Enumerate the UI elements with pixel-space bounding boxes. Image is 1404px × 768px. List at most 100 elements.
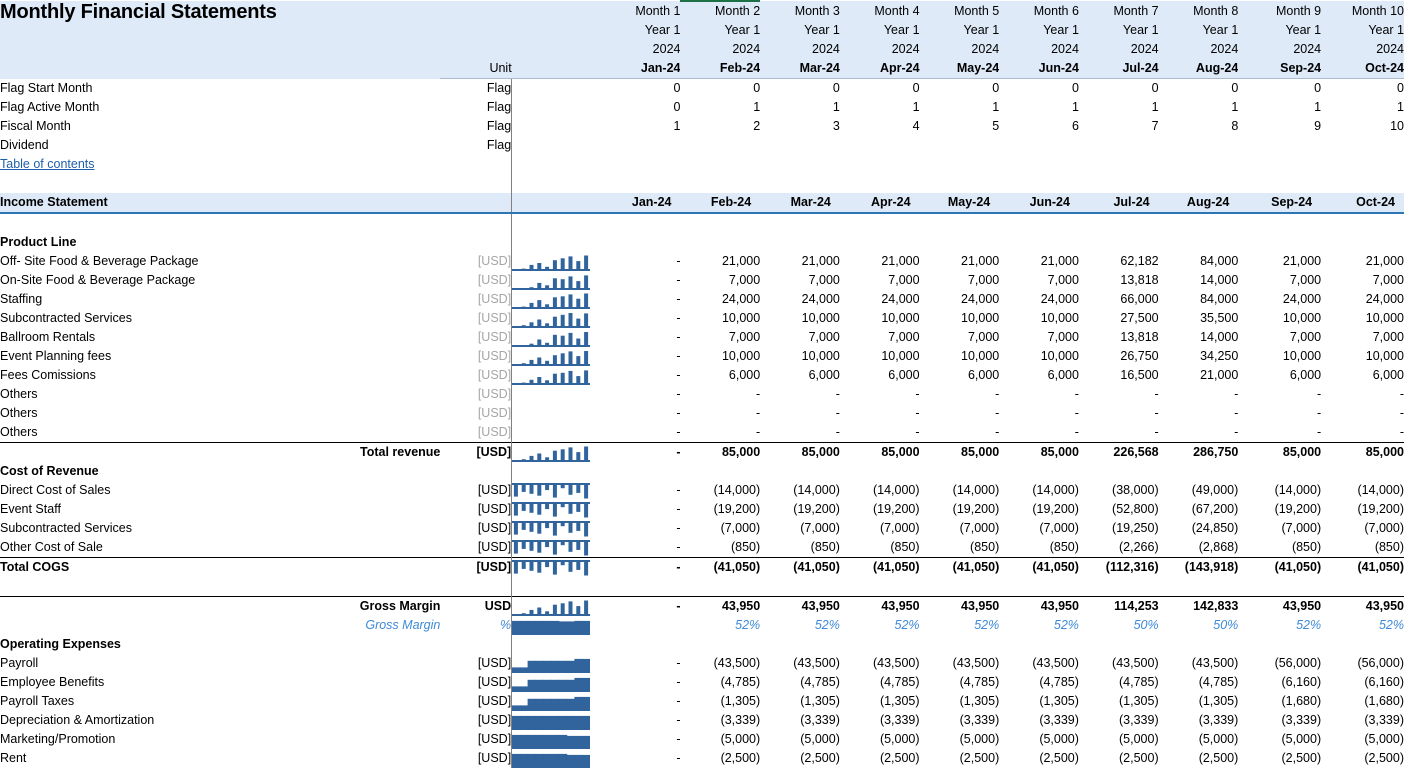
cost-of-revenue-value-1-7: (38,000) [1079,481,1159,500]
operating-expenses-value-2-2: (4,785) [680,673,760,692]
total-cogs-label: Total COGS [0,558,440,578]
product-line-row: Fees Comissions[USD]-6,0006,0006,0006,00… [0,366,1404,385]
operating-expenses-value-4-6: (3,339) [999,711,1079,730]
operating-expenses-value-5-3: (5,000) [760,730,840,749]
product-line-value-6-8: 34,250 [1159,347,1239,366]
total-cogs-value-5: (41,050) [920,558,1000,578]
cost-of-revenue-heading-c6 [999,462,1079,481]
product-line-heading-row: Product Line [0,233,1404,252]
flag-value-3-4: 4 [840,117,920,136]
product-line-row: Event Planning fees[USD]-10,00010,00010,… [0,347,1404,366]
product-line-value-6-9: 10,000 [1238,347,1321,366]
header-month-index-10: Month 10 [1321,1,1404,21]
total-cogs-row: Total COGS[USD]-(41,050)(41,050)(41,050)… [0,558,1404,578]
cost-of-revenue-label-3: Subcontracted Services [0,519,440,538]
product-line-value-9-8: - [1159,404,1239,423]
income-statement-period-2: Feb-24 [680,193,760,213]
cost-of-revenue-sparkline-1 [512,481,601,500]
operating-expenses-value-6-8: (2,500) [1159,749,1239,768]
header-spacer-spark [512,40,601,59]
cost-of-revenue-value-3-2: (7,000) [680,519,760,538]
product-line-value-8-4: - [840,385,920,404]
cost-of-revenue-value-3-3: (7,000) [760,519,840,538]
cost-of-revenue-value-3-5: (7,000) [920,519,1000,538]
operating-expenses-unit-4: [USD] [440,711,511,730]
header-period-9: Sep-24 [1238,59,1321,79]
product-line-value-1-1: - [601,252,681,271]
operating-expenses-heading-row: Operating Expenses [0,635,1404,654]
operating-expenses-value-5-4: (5,000) [840,730,920,749]
total-cogs-value-8: (143,918) [1159,558,1239,578]
header-spacer-spark [512,1,601,21]
product-line-value-10-6: - [999,423,1079,443]
product-line-value-10-9: - [1238,423,1321,443]
header-year-index-1: Year 1 [601,21,681,40]
table-of-contents-link[interactable]: Table of contents [0,157,95,171]
spacer-after-is-bar-c9 [1238,213,1321,233]
operating-expenses-label-1: Payroll [0,654,440,673]
product-line-value-1-2: 21,000 [680,252,760,271]
product-line-value-10-2: - [680,423,760,443]
product-line-value-8-5: - [920,385,1000,404]
product-line-value-4-8: 35,500 [1159,309,1239,328]
cost-of-revenue-heading-c2 [680,462,760,481]
product-line-value-8-9: - [1238,385,1321,404]
operating-expenses-unit-1: [USD] [440,654,511,673]
product-line-sparkline-3 [512,290,601,309]
operating-expenses-sparkline-2 [512,673,601,692]
flag-unit-2: Flag [440,98,511,117]
gross-margin-pct-value-5: 52% [920,616,1000,635]
gross-margin-row: Gross MarginUSD-43,95043,95043,95043,950… [0,597,1404,617]
income-statement-period-1: Jan-24 [601,193,681,213]
flag-value-3-3: 3 [760,117,840,136]
product-line-value-6-7: 26,750 [1079,347,1159,366]
spacer-before-gross-margin-spark [512,577,601,597]
cost-of-revenue-unit-4: [USD] [440,538,511,558]
income-statement-period-6: Jun-24 [999,193,1079,213]
product-line-unit-9: [USD] [440,404,511,423]
product-line-value-1-3: 21,000 [760,252,840,271]
cost-of-revenue-sparkline-3 [512,519,601,538]
product-line-value-5-2: 7,000 [680,328,760,347]
cost-of-revenue-value-4-6: (850) [999,538,1079,558]
flag-spark-2 [512,98,601,117]
cost-of-revenue-value-3-8: (24,850) [1159,519,1239,538]
toc-blank-9 [1238,155,1321,174]
product-line-row: Off- Site Food & Beverage Package[USD]-2… [0,252,1404,271]
cost-of-revenue-value-2-8: (67,200) [1159,500,1239,519]
income-statement-period-8: Aug-24 [1159,193,1239,213]
header-spacer-spark [512,21,601,40]
flag-row-4: DividendFlag [0,136,1404,155]
gross-margin-value-3: 43,950 [760,597,840,617]
flag-row-3: Fiscal MonthFlag12345678910 [0,117,1404,136]
product-line-value-10-7: - [1079,423,1159,443]
product-line-sparkline-4 [512,309,601,328]
operating-expenses-unit-2: [USD] [440,673,511,692]
flag-value-2-2: 1 [680,98,760,117]
product-line-row: Staffing[USD]-24,00024,00024,00024,00024… [0,290,1404,309]
toc-blank-2 [680,155,760,174]
flag-value-3-10: 10 [1321,117,1404,136]
operating-expenses-value-3-5: (1,305) [920,692,1000,711]
product-line-value-9-7: - [1079,404,1159,423]
operating-expenses-row: Payroll Taxes[USD]-(1,305)(1,305)(1,305)… [0,692,1404,711]
spacer-after-toc-c6 [999,174,1079,193]
product-line-unit-6: [USD] [440,347,511,366]
product-line-value-5-6: 7,000 [999,328,1079,347]
toc-blank-1 [601,155,681,174]
cost-of-revenue-value-1-3: (14,000) [760,481,840,500]
product-line-value-2-3: 7,000 [760,271,840,290]
product-line-value-5-9: 7,000 [1238,328,1321,347]
flag-label-3: Fiscal Month [0,117,440,136]
product-line-label-9: Others [0,404,440,423]
operating-expenses-value-1-9: (56,000) [1238,654,1321,673]
product-line-value-2-1: - [601,271,681,290]
operating-expenses-value-2-8: (4,785) [1159,673,1239,692]
income-statement-period-9: Sep-24 [1238,193,1321,213]
product-line-heading-c8 [1159,233,1239,252]
income-statement-period-7: Jul-24 [1079,193,1159,213]
cost-of-revenue-value-2-3: (19,200) [760,500,840,519]
spacer-after-is-bar-cell [0,213,440,233]
cost-of-revenue-value-1-4: (14,000) [840,481,920,500]
cost-of-revenue-value-2-1: - [601,500,681,519]
